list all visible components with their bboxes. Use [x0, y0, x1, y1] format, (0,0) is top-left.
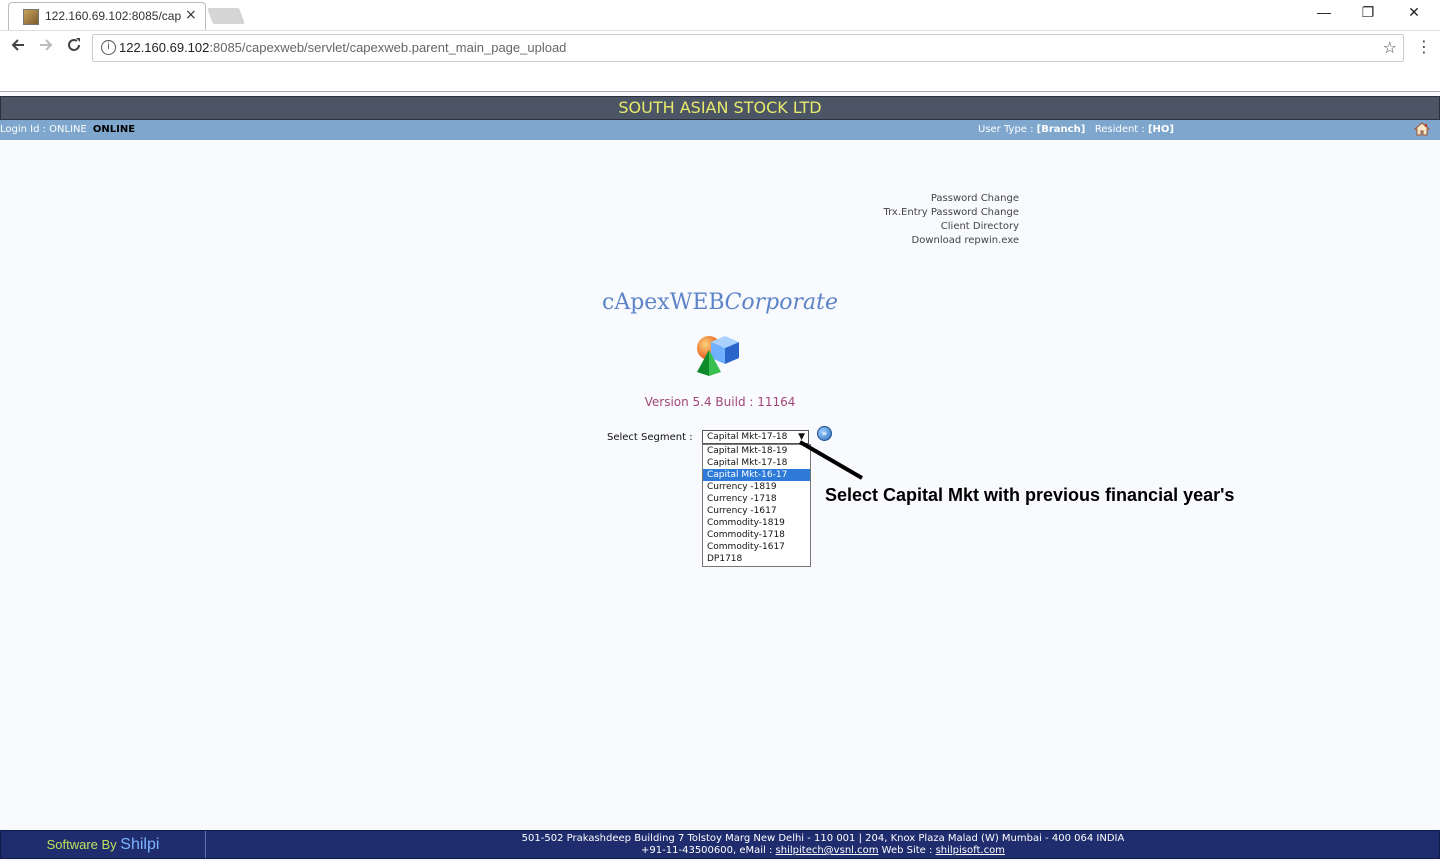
back-icon[interactable]	[10, 37, 26, 58]
header-bar: SOUTH ASIAN STOCK LTD	[0, 96, 1440, 120]
footer: Software By Shilpi 501-502 Prakashdeep B…	[0, 830, 1440, 859]
bookmark-star-icon[interactable]: ☆	[1383, 38, 1397, 57]
tab-title: 122.160.69.102:8085/cap	[45, 9, 181, 23]
favicon-icon	[23, 9, 39, 25]
segment-option[interactable]: Commodity-1819	[703, 517, 810, 529]
segment-option[interactable]: DP1718	[703, 553, 810, 565]
info-bar: Login Id : ONLINE ONLINE User Type : [Bra…	[0, 120, 1440, 140]
product-name: cApexWEBCorporate	[602, 290, 838, 315]
browser-tab-bar: 122.160.69.102:8085/cap × — ❐ ✕	[0, 0, 1440, 30]
company-title: SOUTH ASIAN STOCK LTD	[618, 98, 822, 117]
segment-option[interactable]: Commodity-1617	[703, 541, 810, 553]
page-content: SOUTH ASIAN STOCK LTD Login Id : ONLINE O…	[0, 92, 1440, 861]
client-directory-link[interactable]: Client Directory	[883, 220, 1019, 234]
website-link[interactable]: shilpisoft.com	[936, 845, 1005, 856]
password-change-link[interactable]: Password Change	[883, 192, 1019, 206]
forward-icon[interactable]	[38, 37, 54, 58]
segment-dropdown-list: Capital Mkt-18-19 Capital Mkt-17-18 Capi…	[702, 444, 811, 567]
browser-menu-icon[interactable]: ⋮	[1416, 37, 1432, 56]
browser-tab[interactable]: 122.160.69.102:8085/cap ×	[8, 2, 206, 30]
version-text: Version 5.4 Build : 11164	[644, 395, 796, 409]
tab-close-icon[interactable]: ×	[185, 7, 197, 23]
segment-option-highlighted[interactable]: Capital Mkt-16-17	[703, 469, 810, 481]
annotation-text: Select Capital Mkt with previous financi…	[825, 485, 1235, 505]
reload-icon[interactable]	[66, 37, 82, 58]
software-by: Software By Shilpi	[1, 831, 206, 858]
segment-option[interactable]: Capital Mkt-18-19	[703, 445, 810, 457]
url-text: 122.160.69.102:8085/capexweb/servlet/cap…	[119, 40, 567, 55]
browser-nav-bar: i 122.160.69.102:8085/capexweb/servlet/c…	[0, 30, 1440, 64]
info-icon[interactable]: i	[101, 40, 116, 55]
segment-option[interactable]: Currency -1617	[703, 505, 810, 517]
login-info: Login Id : ONLINE ONLINE	[0, 124, 136, 135]
segment-label: Select Segment :	[607, 432, 693, 443]
segment-option[interactable]: Currency -1819	[703, 481, 810, 493]
segment-select[interactable]: Capital Mkt-17-18 ▼	[702, 430, 809, 444]
restore-button[interactable]: ❐	[1348, 4, 1388, 21]
close-window-button[interactable]: ✕	[1394, 4, 1434, 21]
email-link[interactable]: shilpitech@vsnl.com	[776, 845, 879, 856]
browser-bookmark-area	[0, 64, 1440, 92]
new-tab-button[interactable]	[207, 8, 245, 24]
home-icon[interactable]	[1413, 121, 1431, 137]
address-bar[interactable]: i 122.160.69.102:8085/capexweb/servlet/c…	[92, 34, 1404, 62]
account-links: Password Change Trx.Entry Password Chang…	[883, 192, 1019, 248]
user-info: User Type : [Branch] Resident : [HO]	[978, 124, 1174, 135]
minimize-button[interactable]: —	[1304, 4, 1344, 20]
annotation-arrow	[798, 440, 864, 480]
trx-password-change-link[interactable]: Trx.Entry Password Change	[883, 206, 1019, 220]
segment-option[interactable]: Currency -1718	[703, 493, 810, 505]
footer-address: 501-502 Prakashdeep Building 7 Tolstoy M…	[521, 833, 1125, 856]
product-logo-icon	[697, 336, 739, 376]
segment-option[interactable]: Capital Mkt-17-18	[703, 457, 810, 469]
download-repwin-link[interactable]: Download repwin.exe	[883, 234, 1020, 248]
segment-option[interactable]: Commodity-1718	[703, 529, 810, 541]
